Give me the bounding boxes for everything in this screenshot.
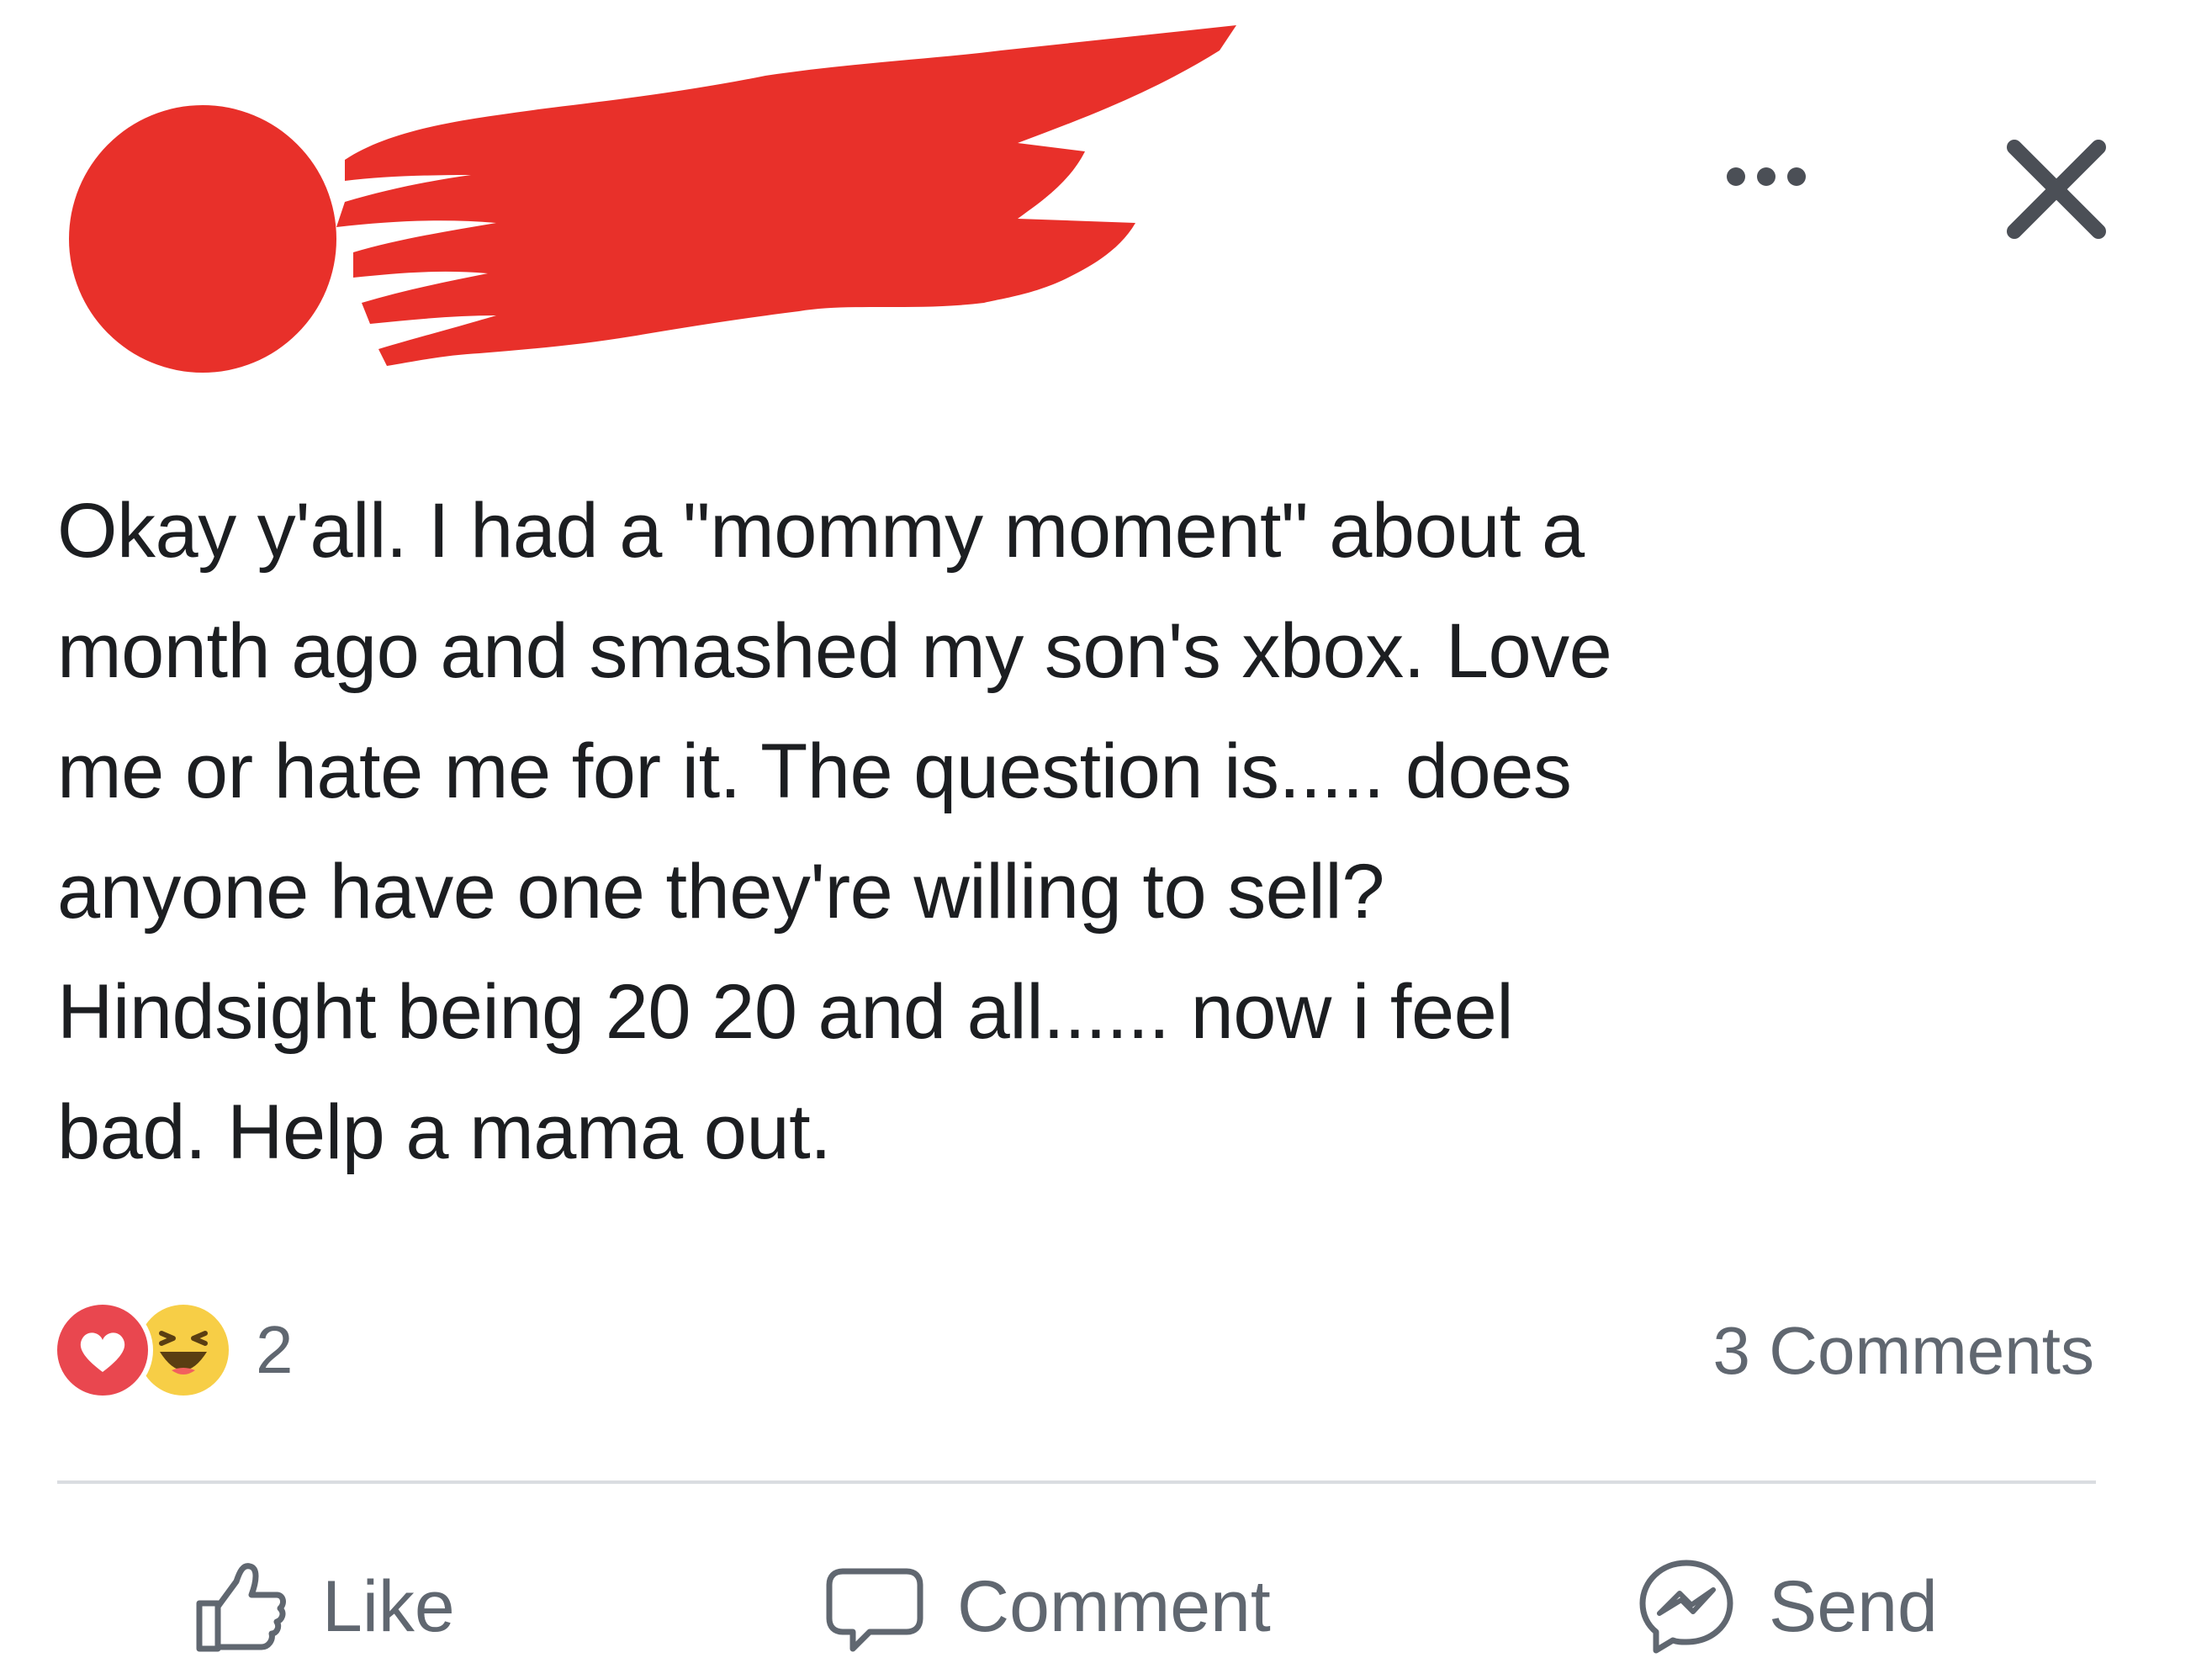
comment-label: Comment xyxy=(957,1565,1271,1647)
more-options-icon xyxy=(1727,167,1745,186)
reaction-summary[interactable]: 2 xyxy=(52,1300,294,1401)
like-button[interactable]: Like xyxy=(189,1548,455,1666)
send-button[interactable]: Send xyxy=(1636,1548,1938,1666)
post-text-line: Okay y'all. I had a "mommy moment" about… xyxy=(57,488,1585,574)
close-icon[interactable] xyxy=(1993,126,2119,252)
comment-bubble-icon xyxy=(826,1568,923,1652)
post-text-line: me or hate me for it. The question is...… xyxy=(57,728,1572,814)
post-action-bar: Like Comment Send xyxy=(0,1548,2212,1666)
comment-button[interactable]: Comment xyxy=(824,1548,1271,1666)
comments-count-link[interactable]: 3 Comments xyxy=(1713,1312,2094,1390)
post-text-line: bad. Help a mama out. xyxy=(57,1089,832,1175)
send-label: Send xyxy=(1769,1565,1938,1647)
more-options-button[interactable] xyxy=(1707,143,1825,210)
thumbs-up-icon xyxy=(196,1563,286,1652)
more-options-dot xyxy=(1757,167,1775,186)
facebook-post: Okay y'all. I had a "mommy moment" about… xyxy=(0,0,2212,1679)
author-avatar-redacted[interactable] xyxy=(69,105,336,373)
messenger-icon xyxy=(1639,1560,1733,1654)
love-reaction-icon xyxy=(52,1300,153,1401)
post-body-text: Okay y'all. I had a "mommy moment" about… xyxy=(57,471,2126,1193)
post-text-line: Hindsight being 20 20 and all...... now … xyxy=(57,969,1514,1055)
more-options-dot xyxy=(1787,167,1806,186)
post-text-line: month ago and smashed my son's xbox. Lov… xyxy=(57,608,1612,694)
reaction-count: 2 xyxy=(256,1312,294,1387)
post-text-line: anyone have one they're willing to sell? xyxy=(57,849,1384,935)
author-name-redaction xyxy=(336,25,1236,366)
like-label: Like xyxy=(322,1565,455,1647)
divider xyxy=(57,1480,2096,1484)
